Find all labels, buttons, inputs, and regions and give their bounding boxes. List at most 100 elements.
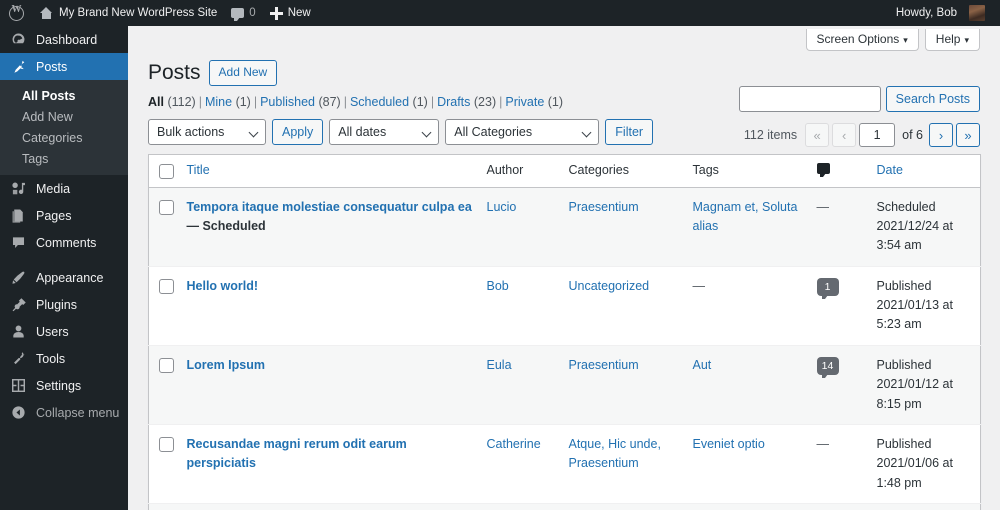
site-name-menu[interactable]: My Brand New WordPress Site: [32, 0, 224, 26]
search-posts-button[interactable]: Search Posts: [885, 86, 980, 112]
category-links[interactable]: Praesentium: [569, 358, 639, 372]
view-link-drafts[interactable]: Drafts (23): [437, 95, 496, 109]
prev-page-button[interactable]: ‹: [832, 123, 857, 147]
view-label[interactable]: Scheduled: [350, 95, 409, 109]
view-link-mine[interactable]: Mine (1): [205, 95, 251, 109]
column-header-date[interactable]: Date: [876, 154, 981, 188]
sidebar-item-plugins[interactable]: Plugins: [0, 291, 128, 318]
date-filter-select[interactable]: All dates: [329, 119, 440, 146]
table-row[interactable]: Lorem Ipsum Eula Praesentium Aut 14 Publ…: [148, 345, 981, 425]
view-label[interactable]: Private: [505, 95, 544, 109]
search-input[interactable]: [738, 86, 881, 112]
help-button[interactable]: Help ▾: [924, 29, 980, 51]
sidebar-item-media[interactable]: Media: [0, 175, 128, 202]
post-title-link[interactable]: Tempora itaque molestiae consequatur cul…: [187, 200, 472, 214]
tag-links[interactable]: Eveniet optio: [693, 437, 765, 451]
chevron-down-icon: ▾: [964, 35, 969, 45]
row-author-cell: Bob: [487, 266, 569, 345]
sidebar-item-pages[interactable]: Pages: [0, 202, 128, 229]
select-all-checkbox[interactable]: [159, 163, 174, 179]
author-link[interactable]: Lucio: [487, 200, 517, 214]
row-title-cell: Lorem Ipsum: [186, 345, 487, 425]
view-link-all[interactable]: All (112): [148, 95, 196, 109]
apply-button[interactable]: Apply: [272, 119, 324, 146]
view-link-published[interactable]: Published (87): [260, 95, 341, 109]
my-account-menu[interactable]: Howdy, Bob: [889, 0, 992, 26]
table-row[interactable]: Tempora itaque molestiae consequatur cul…: [148, 187, 981, 267]
table-row[interactable]: Hello world! Bob Uncategorized — 1 Publi…: [148, 266, 981, 346]
comment-bubble-icon: [816, 163, 830, 178]
sidebar-item-posts[interactable]: Posts: [0, 53, 136, 80]
sidebar-item-label: Media: [36, 181, 71, 196]
view-link-scheduled[interactable]: Scheduled (1): [350, 95, 428, 109]
bulk-actions-select[interactable]: Bulk actions: [148, 119, 266, 146]
sidebar-item-all-posts[interactable]: All Posts: [0, 85, 128, 106]
category-links[interactable]: Atque, Hic unde, Praesentium: [569, 437, 661, 470]
category-filter-select[interactable]: All Categories: [445, 119, 600, 146]
sidebar-item-appearance[interactable]: Appearance: [0, 264, 128, 291]
category-links[interactable]: Uncategorized: [569, 279, 650, 293]
view-label[interactable]: Drafts: [437, 95, 470, 109]
sidebar-item-collapse-menu[interactable]: Collapse menu: [0, 399, 128, 426]
sidebar-item-settings[interactable]: Settings: [0, 372, 128, 399]
select-all-header: [148, 154, 187, 188]
column-header-title-label[interactable]: Title: [187, 163, 210, 177]
table-row[interactable]: Recusandae magni rerum odit earum perspi…: [148, 424, 981, 504]
column-header-title[interactable]: Title: [186, 154, 487, 188]
sidebar-item-tools[interactable]: Tools: [0, 345, 128, 372]
pin-icon: [10, 58, 27, 75]
view-label[interactable]: Mine: [205, 95, 232, 109]
first-page-button[interactable]: «: [805, 123, 830, 147]
comments-bubble-menu[interactable]: 0: [224, 0, 262, 26]
row-checkbox[interactable]: [159, 199, 174, 215]
author-link[interactable]: Eula: [487, 358, 512, 372]
sidebar-item-categories[interactable]: Categories: [0, 127, 128, 148]
comment-count-bubble[interactable]: 14: [816, 356, 839, 378]
column-header-comments[interactable]: [816, 154, 877, 188]
column-header-date-label[interactable]: Date: [877, 163, 903, 177]
filter-button[interactable]: Filter: [605, 119, 654, 146]
screen-options-button[interactable]: Screen Options ▾: [805, 29, 919, 51]
row-checkbox-cell: [148, 503, 187, 510]
row-categories-cell: Praesentium: [568, 345, 693, 425]
view-count: (1): [547, 95, 564, 110]
wordpress-logo-button[interactable]: [0, 0, 32, 26]
page-title-row: Posts Add New: [148, 59, 980, 86]
author-link[interactable]: Catherine: [487, 437, 541, 451]
next-page-button[interactable]: ›: [929, 123, 953, 147]
date-status: Scheduled: [876, 199, 936, 214]
new-content-menu[interactable]: New: [263, 0, 318, 26]
table-row[interactable]: Ipsam illo repellendus consequuntur temp…: [148, 503, 981, 510]
sidebar-item-add-new[interactable]: Add New: [0, 106, 128, 127]
row-checkbox[interactable]: [159, 357, 174, 373]
category-links[interactable]: Praesentium: [569, 200, 639, 214]
row-date-cell: Last Modified2020/12/22 at 5:46 am: [876, 503, 981, 510]
post-title-link[interactable]: Recusandae magni rerum odit earum perspi…: [187, 437, 407, 470]
comment-count-bubble[interactable]: 1: [816, 277, 839, 299]
row-checkbox[interactable]: [159, 437, 174, 453]
table-head: Title Author Categories Tags Date: [148, 154, 981, 188]
column-header-author: Author: [486, 154, 569, 188]
sidebar-item-dashboard[interactable]: Dashboard: [0, 26, 128, 53]
sidebar-item-tags[interactable]: Tags: [0, 148, 128, 169]
post-title-link[interactable]: Hello world!: [187, 279, 259, 293]
screen-options-label: Screen Options: [816, 32, 900, 46]
view-link-private[interactable]: Private (1): [505, 95, 563, 109]
date-value: 2021/01/12 at 8:15 pm: [876, 377, 953, 411]
post-title-link[interactable]: Lorem Ipsum: [187, 358, 266, 372]
row-title-cell: Recusandae magni rerum odit earum perspi…: [187, 424, 487, 503]
sidebar-item-comments[interactable]: Comments: [0, 229, 128, 256]
menu-divider: [0, 256, 128, 264]
row-checkbox[interactable]: [159, 278, 174, 294]
tools-wrench-icon: [10, 350, 27, 367]
author-link[interactable]: Bob: [487, 279, 509, 293]
tag-links[interactable]: Magnam et, Soluta alias: [693, 200, 798, 233]
sidebar-item-users[interactable]: Users: [0, 318, 128, 345]
row-title-cell: Tempora itaque molestiae consequatur cul…: [186, 187, 487, 267]
add-new-button[interactable]: Add New: [208, 59, 278, 86]
row-author-cell: Eula: [486, 345, 569, 425]
tag-links[interactable]: Aut: [693, 358, 712, 372]
view-label[interactable]: Published: [260, 95, 315, 109]
current-page-input[interactable]: [859, 123, 896, 147]
last-page-button[interactable]: »: [956, 123, 980, 147]
